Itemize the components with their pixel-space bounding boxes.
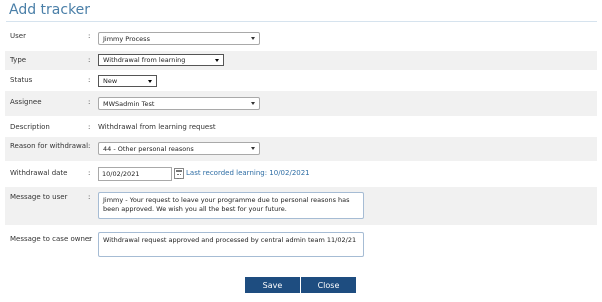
status-select[interactable]: New <box>98 75 157 87</box>
reason-label: Reason for withdrawal <box>10 142 89 150</box>
withdrawal-date-row: Withdrawal date : 10/02/2021 Last record… <box>5 162 597 186</box>
colon: : <box>88 142 91 150</box>
assignee-label: Assignee <box>10 98 42 106</box>
colon: : <box>88 56 91 64</box>
reason-select-value: 44 - Other personal reasons <box>103 145 194 153</box>
message-user-label: Message to user <box>10 193 68 201</box>
type-row: Type : Withdrawal from learning <box>5 51 597 70</box>
close-button[interactable]: Close <box>301 277 356 293</box>
user-label: User <box>10 32 26 40</box>
message-owner-row: Message to case owner : Withdrawal reque… <box>5 226 597 264</box>
user-row: User : Jimmy Process <box>5 28 597 50</box>
chevron-down-icon <box>251 102 255 105</box>
message-user-textarea[interactable]: Jimmy - Your request to leave your progr… <box>98 192 364 219</box>
calendar-icon[interactable] <box>174 168 184 179</box>
page-title: Add tracker <box>9 2 91 18</box>
chevron-down-icon <box>251 147 255 150</box>
description-label: Description <box>10 123 50 131</box>
chevron-down-icon <box>148 80 152 83</box>
status-label: Status <box>10 76 33 84</box>
user-select[interactable]: Jimmy Process <box>98 32 260 45</box>
user-select-value: Jimmy Process <box>103 35 150 43</box>
title-divider <box>6 21 597 22</box>
withdrawal-date-label: Withdrawal date <box>10 169 68 177</box>
colon: : <box>88 32 91 40</box>
type-select[interactable]: Withdrawal from learning <box>98 54 224 66</box>
message-owner-textarea[interactable]: Withdrawal request approved and processe… <box>98 232 364 257</box>
type-label: Type <box>10 56 27 64</box>
withdrawal-date-input[interactable]: 10/02/2021 <box>98 167 172 181</box>
colon: : <box>88 169 91 177</box>
type-select-value: Withdrawal from learning <box>103 56 186 64</box>
last-recorded-learning: Last recorded learning: 10/02/2021 <box>186 169 310 177</box>
chevron-down-icon <box>215 59 219 62</box>
description-row: Description : Withdrawal from learning r… <box>5 117 597 137</box>
assignee-row: Assignee : MWSadmin Test <box>5 91 597 116</box>
save-button[interactable]: Save <box>245 277 300 293</box>
reason-select[interactable]: 44 - Other personal reasons <box>98 142 260 155</box>
status-row: Status : New <box>5 71 597 90</box>
colon: : <box>88 76 91 84</box>
colon: : <box>88 123 91 131</box>
status-select-value: New <box>103 77 118 85</box>
reason-row: Reason for withdrawal : 44 - Other perso… <box>5 137 597 161</box>
assignee-select-value: MWSadmin Test <box>103 100 155 108</box>
colon: : <box>88 193 91 201</box>
colon: : <box>88 235 91 243</box>
chevron-down-icon <box>251 37 255 40</box>
message-owner-label: Message to case owner <box>10 235 93 243</box>
colon: : <box>88 98 91 106</box>
message-user-row: Message to user : Jimmy - Your request t… <box>5 187 597 225</box>
description-value: Withdrawal from learning request <box>98 123 216 131</box>
assignee-select[interactable]: MWSadmin Test <box>98 97 260 110</box>
